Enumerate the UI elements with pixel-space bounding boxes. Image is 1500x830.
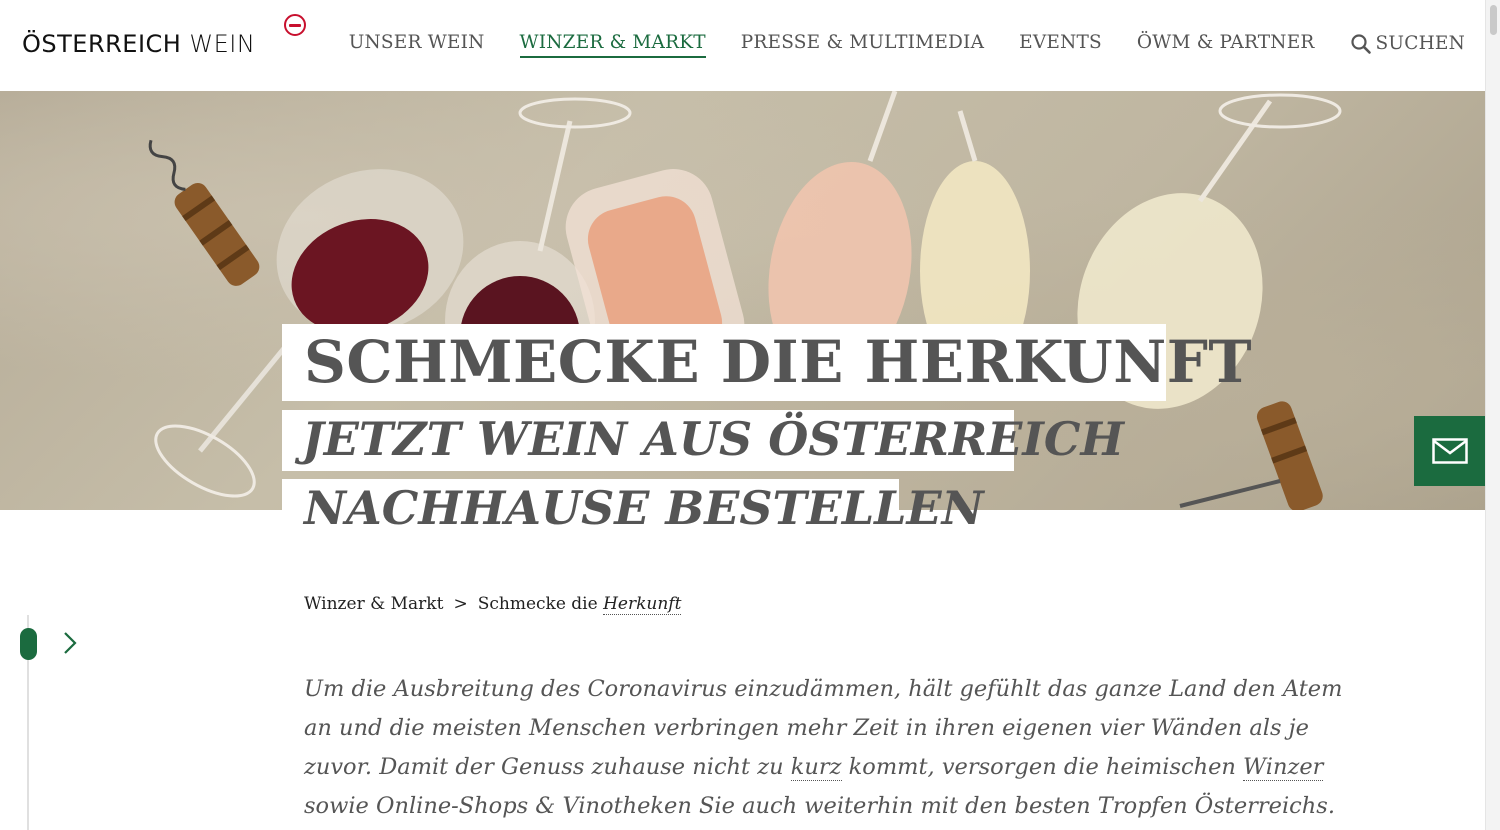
chevron-right-icon[interactable] bbox=[60, 630, 80, 660]
breadcrumb: Winzer & Markt > Schmecke die Herkunft bbox=[304, 594, 682, 615]
hero-subtitle-box-2: NACHHAUSE BESTELLEN bbox=[282, 479, 984, 540]
intro-text-2: kommt, versorgen die heimischen bbox=[841, 754, 1244, 780]
site-header: ÖSTERREICH WEIN UNSER WEIN WINZER & MARK… bbox=[0, 0, 1485, 91]
nav-item-oewm-partner[interactable]: ÖWM & PARTNER bbox=[1137, 32, 1315, 58]
reading-progress-handle[interactable] bbox=[20, 628, 37, 660]
intro-paragraph: Um die Ausbreitung des Coronavirus einzu… bbox=[304, 670, 1364, 826]
search-icon bbox=[1350, 33, 1372, 55]
breadcrumb-separator: > bbox=[453, 594, 468, 614]
nav-item-events[interactable]: EVENTS bbox=[1019, 32, 1102, 58]
logo-text-sub: WEIN bbox=[189, 30, 256, 58]
main-navigation: UNSER WEIN WINZER & MARKT PRESSE & MULTI… bbox=[349, 32, 1465, 58]
intro-text-3: sowie Online-Shops & Vinotheken Sie auch… bbox=[304, 793, 1335, 819]
hero-subtitle-line-2: NACHHAUSE BESTELLEN bbox=[304, 481, 984, 535]
logo-text-main: ÖSTERREICH bbox=[22, 30, 182, 58]
mail-icon bbox=[1431, 438, 1468, 464]
search-button[interactable]: SUCHEN bbox=[1350, 32, 1465, 58]
breadcrumb-current-prefix: Schmecke die bbox=[477, 594, 604, 614]
hero-subtitle-box-1: JETZT WEIN AUS ÖSTERREICH bbox=[282, 410, 1124, 471]
nav-item-winzer-markt[interactable]: WINZER & MARKT bbox=[519, 32, 706, 58]
search-label: SUCHEN bbox=[1375, 33, 1465, 54]
logo-badge-icon bbox=[284, 14, 306, 36]
page-scrollbar[interactable] bbox=[1485, 0, 1500, 830]
breadcrumb-current: Schmecke die Herkunft bbox=[477, 594, 682, 615]
nav-item-unser-wein[interactable]: UNSER WEIN bbox=[349, 32, 485, 58]
glossary-link-winzer[interactable]: Winzer bbox=[1243, 754, 1324, 781]
hero-title-box: SCHMECKE DIE HERKUNFT bbox=[282, 324, 1252, 401]
glossary-link-kurz[interactable]: kurz bbox=[790, 754, 842, 781]
breadcrumb-current-term[interactable]: Herkunft bbox=[603, 594, 682, 615]
site-logo[interactable]: ÖSTERREICH WEIN bbox=[22, 14, 306, 58]
hero-title: SCHMECKE DIE HERKUNFT bbox=[304, 328, 1253, 396]
breadcrumb-link-winzer-markt[interactable]: Winzer & Markt bbox=[304, 594, 443, 614]
newsletter-button[interactable] bbox=[1414, 416, 1485, 486]
scrollbar-thumb[interactable] bbox=[1490, 5, 1497, 35]
hero-subtitle-line-1: JETZT WEIN AUS ÖSTERREICH bbox=[302, 412, 1124, 466]
nav-item-presse-multimedia[interactable]: PRESSE & MULTIMEDIA bbox=[741, 32, 984, 58]
